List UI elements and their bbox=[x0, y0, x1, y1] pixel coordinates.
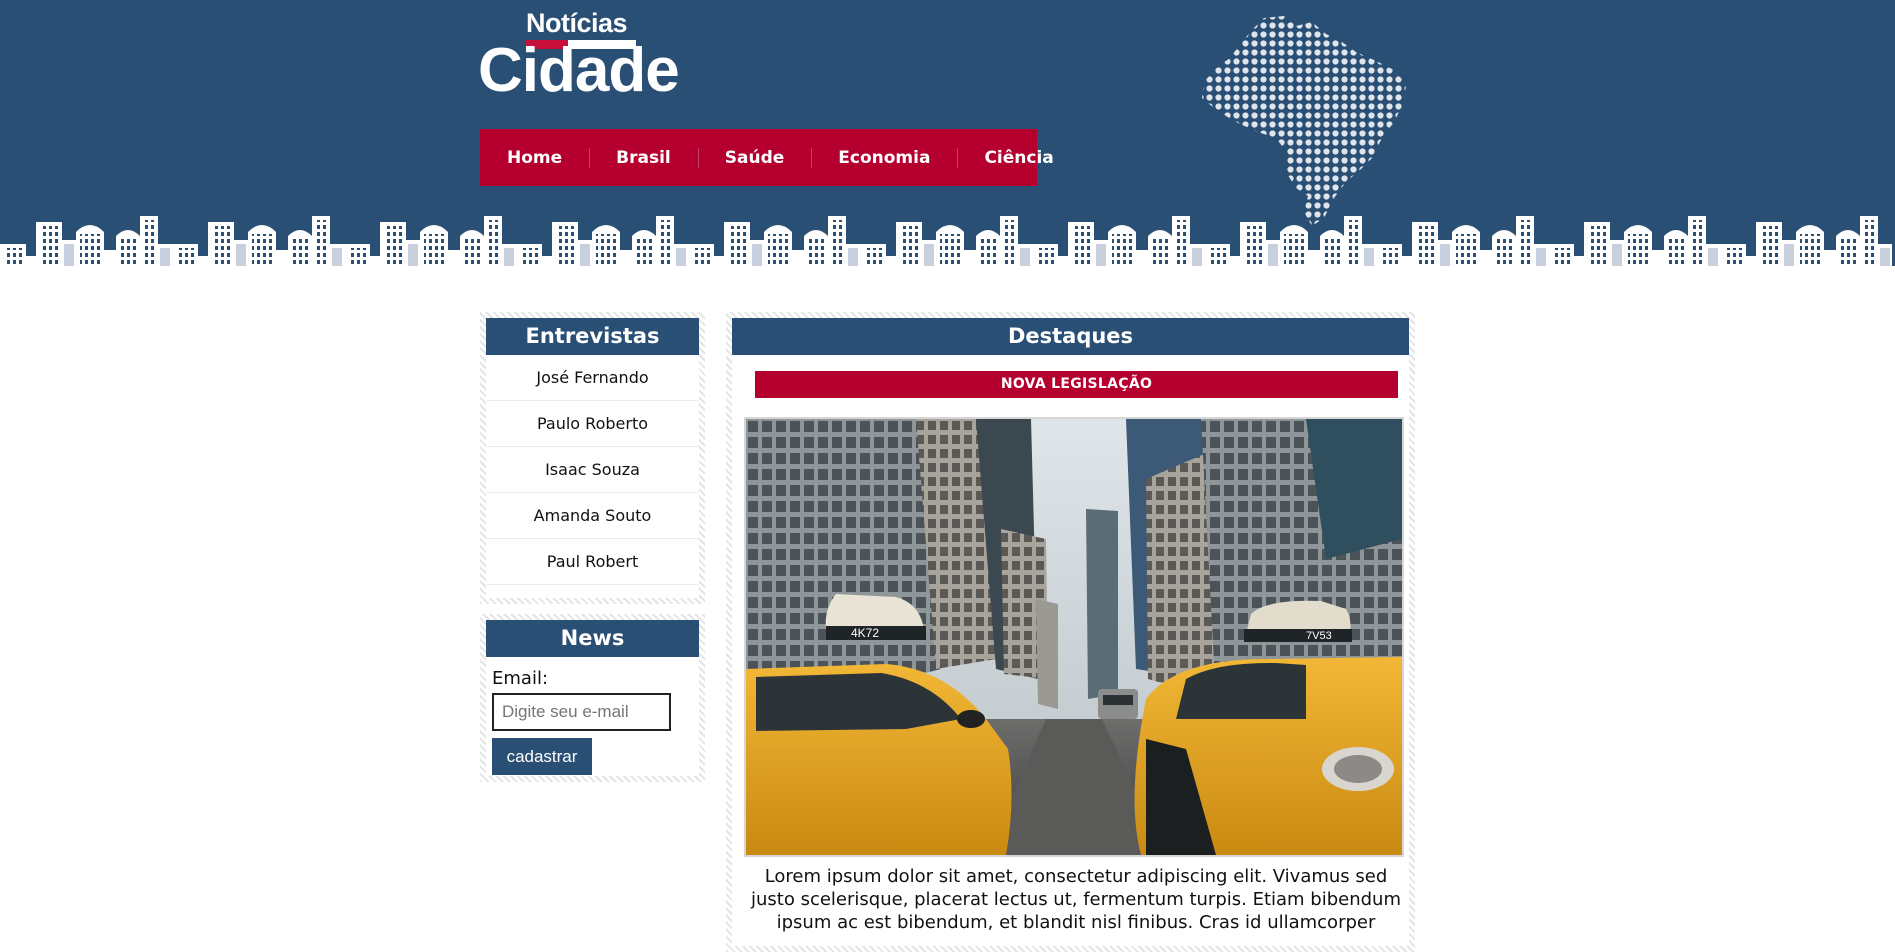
nav-brasil[interactable]: Brasil bbox=[589, 129, 698, 186]
entrevista-item[interactable]: José Fernando bbox=[486, 355, 699, 401]
main-nav: Home Brasil Saúde Economia Ciência bbox=[480, 129, 1054, 186]
taxi-label-right: 7V53 bbox=[1306, 630, 1332, 642]
taxi-street-photo: 4K72 7V53 bbox=[746, 419, 1402, 855]
entrevistas-list: José Fernando Paulo Roberto Isaac Souza … bbox=[486, 355, 699, 585]
city-skyline-decoration bbox=[0, 216, 1895, 268]
featured-image[interactable]: 4K72 7V53 bbox=[744, 417, 1404, 857]
nav-home[interactable]: Home bbox=[480, 129, 589, 186]
entrevista-item[interactable]: Paul Robert bbox=[486, 539, 699, 585]
article-text: Lorem ipsum dolor sit amet, consectetur … bbox=[751, 866, 1401, 933]
entrevistas-title: Entrevistas bbox=[486, 318, 699, 355]
nav-economia[interactable]: Economia bbox=[811, 129, 957, 186]
category-tag[interactable]: NOVA LEGISLAÇÃO bbox=[755, 371, 1398, 398]
nav-saude[interactable]: Saúde bbox=[697, 129, 812, 186]
brazil-map-icon bbox=[1202, 16, 1406, 226]
destaques-title: Destaques bbox=[732, 318, 1409, 355]
entrevistas-panel: Entrevistas José Fernando Paulo Roberto … bbox=[480, 312, 705, 604]
taxi-label-left: 4K72 bbox=[851, 626, 879, 640]
email-label: Email: bbox=[492, 668, 549, 689]
nav-ciencia[interactable]: Ciência bbox=[957, 129, 1080, 186]
email-input[interactable] bbox=[492, 693, 671, 731]
entrevista-item[interactable]: Paulo Roberto bbox=[486, 401, 699, 447]
logo-noticias: Notícias bbox=[526, 8, 628, 38]
site-logo[interactable]: Notícias Cidade bbox=[478, 6, 680, 105]
news-title: News bbox=[486, 620, 699, 657]
entrevista-item[interactable]: Isaac Souza bbox=[486, 447, 699, 493]
logo-cidade: Cidade bbox=[478, 36, 680, 105]
entrevista-item[interactable]: Amanda Souto bbox=[486, 493, 699, 539]
cadastrar-button[interactable]: cadastrar bbox=[492, 738, 592, 775]
site-header: Notícias Cidade Home Brasil Saúde Econom… bbox=[0, 0, 1895, 268]
news-panel: News Email: cadastrar bbox=[480, 614, 705, 782]
destaques-panel: Destaques NOVA LEGISLAÇÃO 4K72 7V53 Lore… bbox=[726, 312, 1415, 952]
